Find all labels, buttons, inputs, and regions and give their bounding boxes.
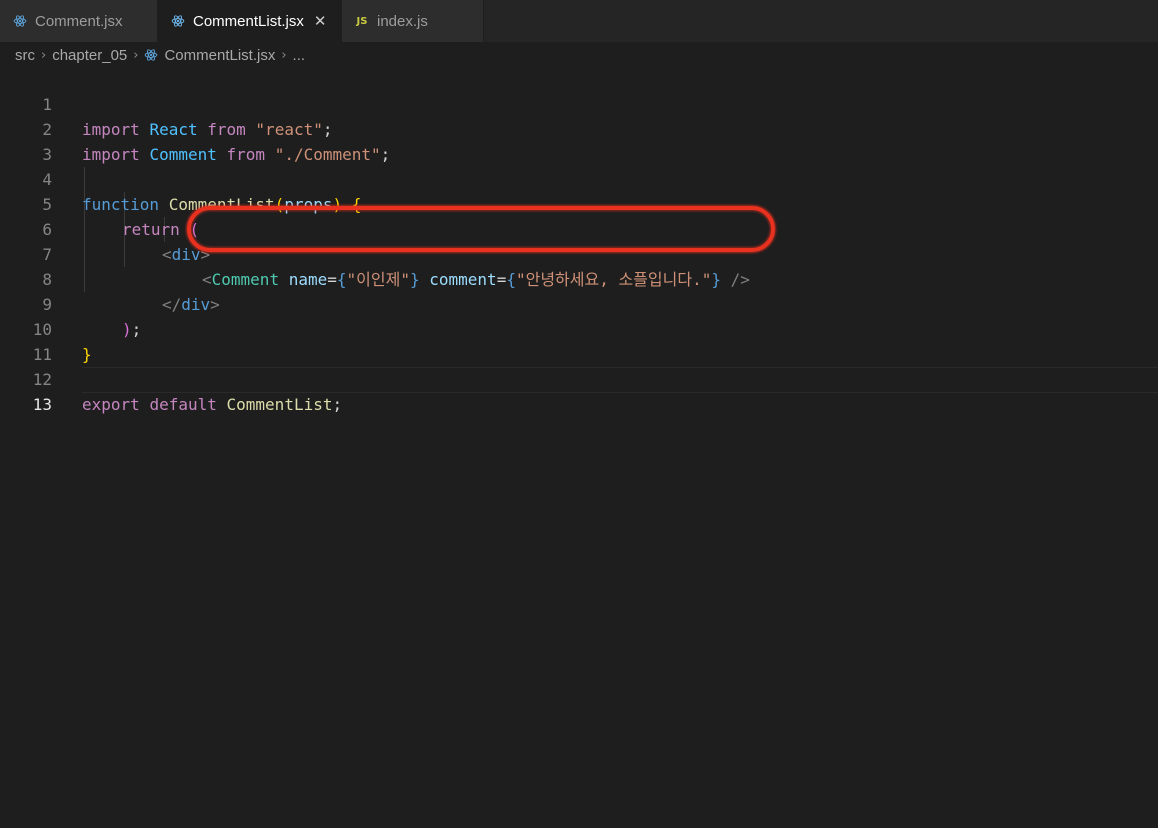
code-editor[interactable]: 1 import React from "react"; 2 import Co… — [0, 67, 1158, 828]
close-icon[interactable]: ✕ — [314, 12, 327, 30]
code-line: 8 </div> — [0, 242, 1158, 314]
code-line: 6 <div> — [0, 192, 1158, 264]
keyword: export — [82, 395, 140, 414]
code-line: 12 export default CommentList; — [0, 342, 1158, 414]
chevron-right-icon: › — [281, 47, 287, 63]
code-line: 1 import React from "react"; — [0, 67, 1158, 139]
tab-label: Comment.jsx — [35, 12, 123, 30]
breadcrumb-item-file[interactable]: CommentList.jsx — [164, 47, 275, 64]
code-line: 9 ); — [0, 267, 1158, 339]
code-line: 3 — [0, 117, 1158, 164]
code-line: 4 function CommentList(props) { — [0, 142, 1158, 214]
editor-tab-bar: Comment.jsx CommentList.jsx ✕ JS index.j… — [0, 0, 1158, 42]
react-icon — [144, 48, 158, 62]
chevron-right-icon: › — [133, 47, 139, 63]
tab-comment-jsx[interactable]: Comment.jsx — [0, 0, 158, 42]
breadcrumb-item-chapter[interactable]: chapter_05 — [52, 47, 127, 64]
react-icon — [170, 13, 186, 29]
breadcrumb-item-src[interactable]: src — [15, 47, 35, 64]
code-line: 10 } — [0, 292, 1158, 364]
react-icon — [12, 13, 28, 29]
tab-label: CommentList.jsx — [193, 12, 304, 30]
js-icon: JS — [356, 15, 368, 27]
identifier: CommentList — [226, 395, 333, 414]
keyword: default — [149, 395, 217, 414]
tab-commentlist-jsx[interactable]: CommentList.jsx ✕ — [158, 0, 342, 42]
tab-label: index.js — [377, 12, 428, 30]
breadcrumb-item-symbols[interactable]: ... — [293, 47, 306, 64]
tab-bar-empty-area — [484, 0, 1158, 42]
code-line: 7 <Comment name={"이인제"} comment={"안녕하세요,… — [0, 217, 1158, 289]
code-line: 2 import Comment from "./Comment"; — [0, 92, 1158, 164]
breadcrumb: src › chapter_05 › CommentList.jsx › ... — [0, 42, 1158, 68]
code-line: 5 return ( — [0, 167, 1158, 239]
tab-index-js[interactable]: JS index.js — [342, 0, 484, 42]
code-line: 13 — [0, 367, 1158, 414]
line-number: 13 — [32, 395, 52, 414]
code-line: 11 — [0, 317, 1158, 364]
chevron-right-icon: › — [41, 47, 47, 63]
